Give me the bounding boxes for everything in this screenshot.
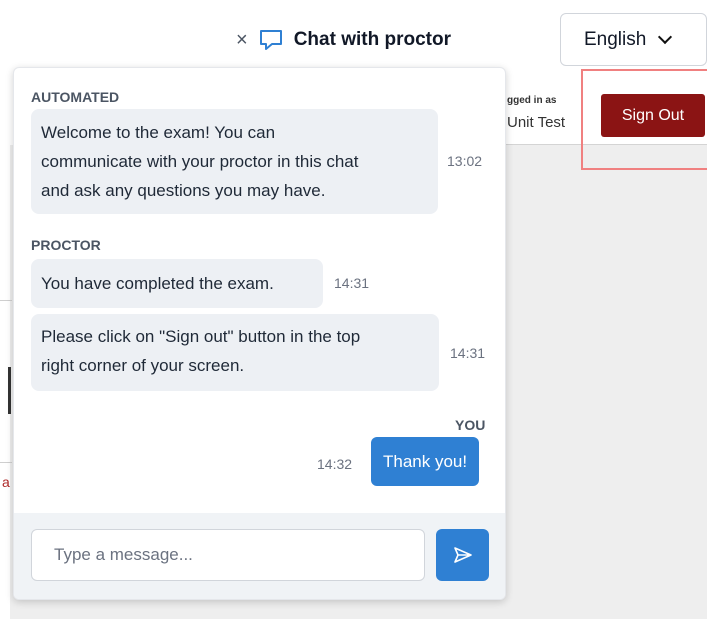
chat-panel: AUTOMATED Welcome to the exam! You can c… bbox=[13, 67, 506, 600]
message-bubble: You have completed the exam. bbox=[31, 259, 323, 308]
message-time: 14:32 bbox=[317, 456, 353, 472]
chevron-down-icon bbox=[658, 29, 673, 45]
message-line: Please click on "Sign out" button in the… bbox=[41, 327, 361, 346]
sign-out-button[interactable]: Sign Out bbox=[601, 94, 705, 137]
edge-letter-fragment: a bbox=[2, 474, 10, 490]
sender-label-automated: AUTOMATED bbox=[31, 89, 120, 105]
edge-separator bbox=[0, 462, 12, 463]
message-input[interactable] bbox=[31, 529, 425, 581]
edge-separator bbox=[0, 300, 12, 301]
message-line: Thank you! bbox=[383, 451, 468, 471]
close-icon[interactable]: × bbox=[236, 30, 248, 50]
message-line: You have completed the exam. bbox=[41, 274, 274, 293]
sender-label-proctor: PROCTOR bbox=[31, 237, 101, 253]
chat-title: Chat with proctor bbox=[293, 29, 451, 50]
message-bubble: Welcome to the exam! You can communicate… bbox=[31, 109, 438, 214]
message-line: right corner of your screen. bbox=[41, 356, 245, 375]
language-select[interactable]: English bbox=[560, 13, 707, 66]
message-line: communicate with your proctor in this ch… bbox=[41, 152, 359, 171]
message-time: 13:02 bbox=[447, 153, 483, 169]
language-select-value: English bbox=[584, 28, 647, 50]
message-bubble: Please click on "Sign out" button in the… bbox=[31, 314, 439, 391]
message-line: Welcome to the exam! You can bbox=[41, 123, 276, 142]
logged-in-label: gged in as bbox=[507, 95, 557, 106]
send-button[interactable] bbox=[436, 529, 489, 581]
message-time: 14:31 bbox=[334, 275, 370, 291]
edge-mark bbox=[8, 367, 11, 414]
message-bubble-own: Thank you! bbox=[371, 437, 480, 486]
speech-bubble-icon bbox=[259, 30, 282, 50]
message-line: and ask any questions you may have. bbox=[41, 181, 326, 200]
message-time: 14:31 bbox=[450, 345, 486, 361]
message-composer bbox=[14, 513, 505, 599]
send-arrow-icon bbox=[453, 547, 472, 563]
logged-in-user: Unit Test bbox=[507, 114, 566, 131]
sender-label-you: YOU bbox=[455, 417, 486, 433]
chat-header: × Chat with proctor bbox=[236, 26, 451, 54]
